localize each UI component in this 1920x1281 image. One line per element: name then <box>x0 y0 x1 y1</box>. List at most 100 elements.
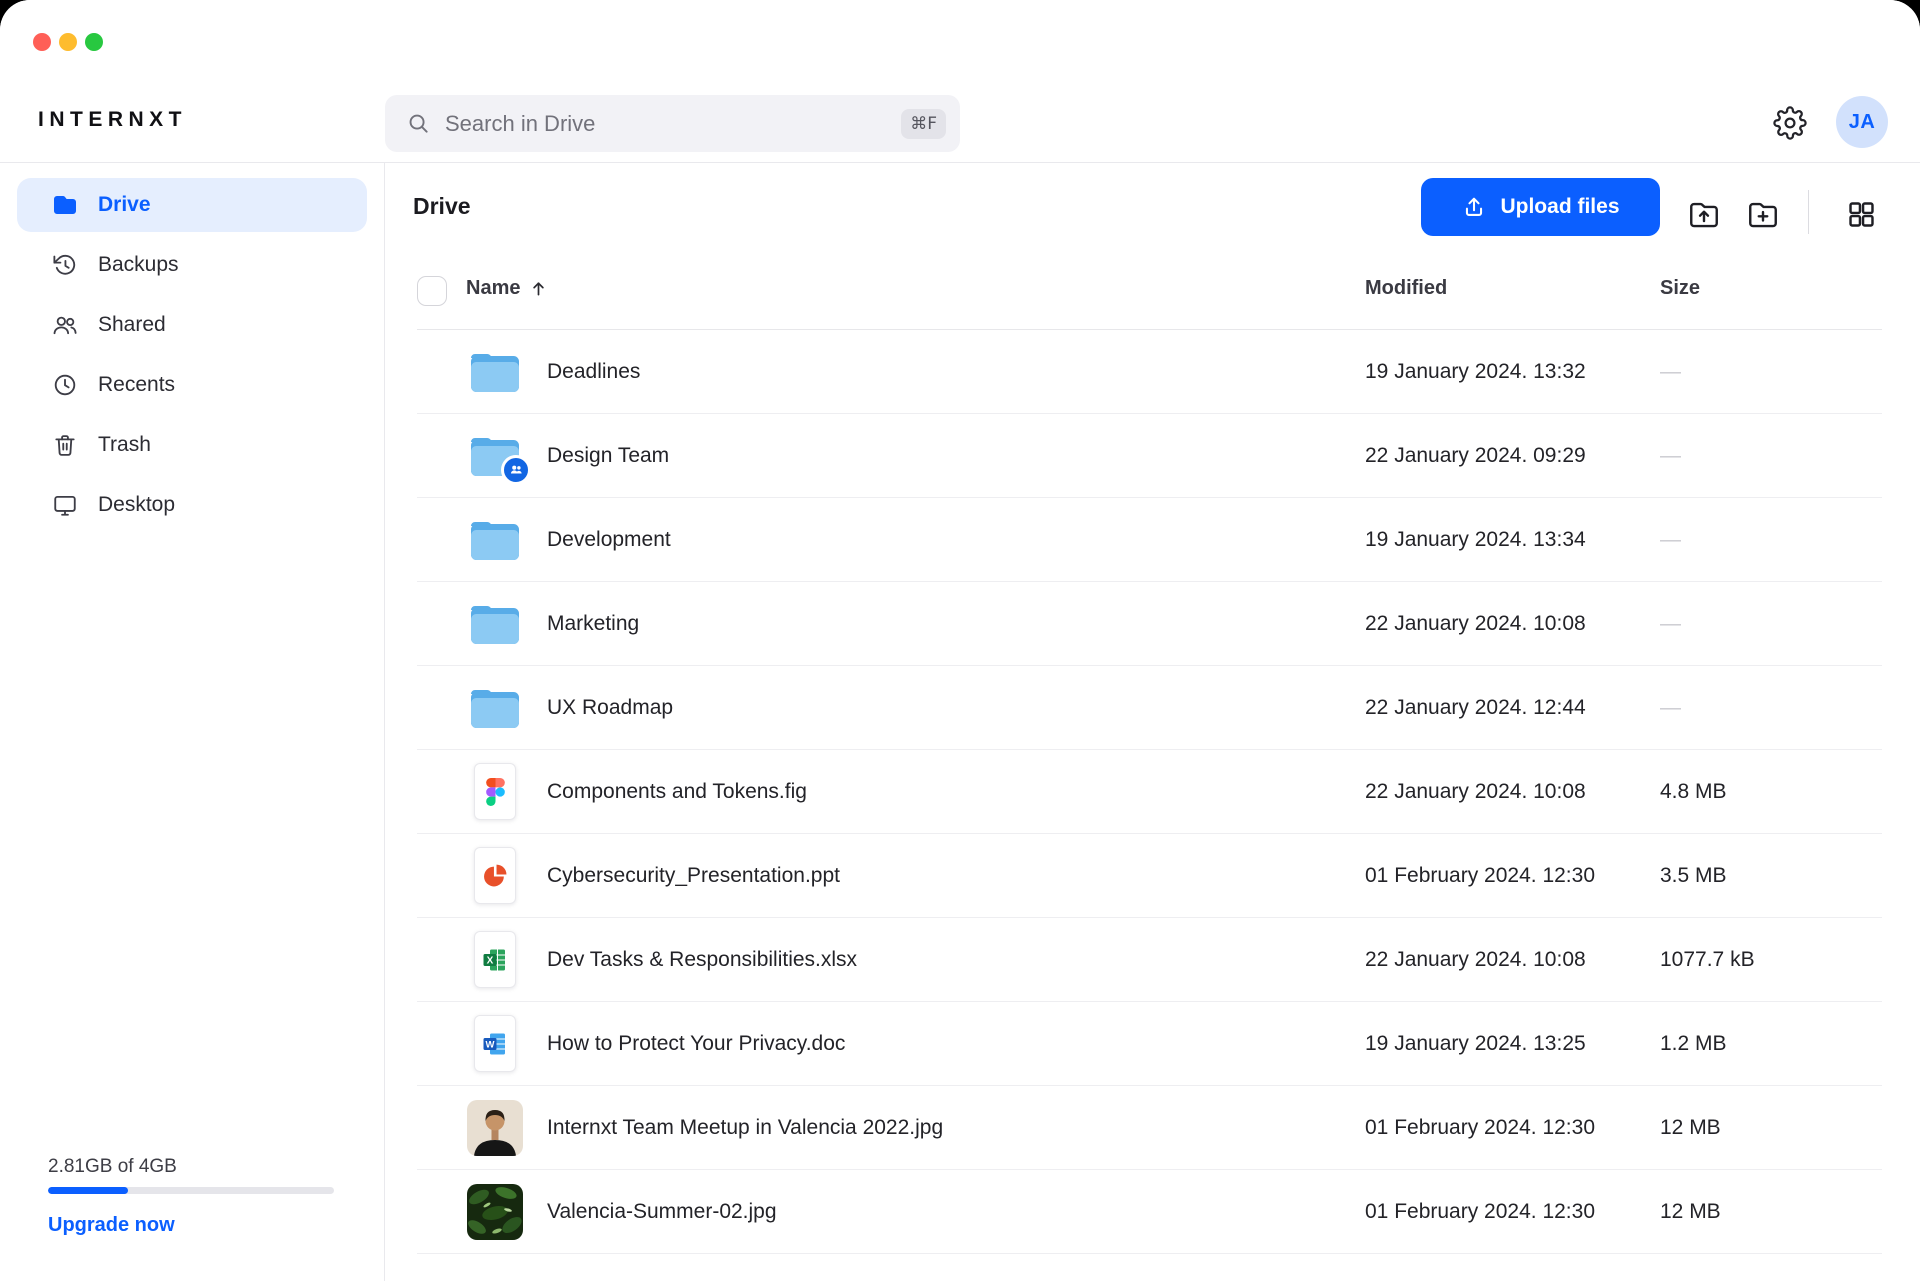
sidebar-nav: Drive Backups Shared Recents Trash Desktop <box>0 163 384 532</box>
storage-progress-bar <box>48 1187 334 1194</box>
history-icon <box>52 252 78 278</box>
table-row[interactable]: Cybersecurity_Presentation.ppt01 Februar… <box>417 834 1882 918</box>
sidebar-item-trash[interactable]: Trash <box>17 418 367 472</box>
settings-button[interactable] <box>1772 105 1808 141</box>
window-controls <box>33 33 103 51</box>
photo-thumbnail-leaves <box>467 1184 523 1240</box>
folder-icon <box>467 516 523 564</box>
file-list: Deadlines19 January 2024. 13:32—Design T… <box>417 330 1882 1254</box>
gear-icon <box>1773 106 1807 140</box>
minimize-button[interactable] <box>59 33 77 51</box>
shared-folder-icon-wrap <box>467 432 523 480</box>
folder-icon-wrap <box>467 348 523 396</box>
sidebar-item-label: Backups <box>98 253 179 277</box>
modified-date: 22 January 2024. 10:08 <box>1365 780 1586 804</box>
trash-icon <box>52 432 78 458</box>
search-input[interactable] <box>443 110 901 138</box>
new-folder-button[interactable] <box>1745 196 1781 232</box>
upgrade-now-link[interactable]: Upgrade now <box>48 1214 175 1237</box>
column-header-name[interactable]: Name <box>466 277 548 300</box>
file-name: Marketing <box>547 612 639 636</box>
internxt-logo: INTERNXT <box>38 108 187 132</box>
table-row[interactable]: Internxt Team Meetup in Valencia 2022.jp… <box>417 1086 1882 1170</box>
modified-date: 19 January 2024. 13:32 <box>1365 360 1586 384</box>
file-name: Internxt Team Meetup in Valencia 2022.jp… <box>547 1116 943 1140</box>
file-name: Development <box>547 528 671 552</box>
modified-date: 22 January 2024. 09:29 <box>1365 444 1586 468</box>
modified-date: 19 January 2024. 13:34 <box>1365 528 1586 552</box>
file-size: 12 MB <box>1660 1200 1721 1224</box>
table-row[interactable]: Development 19 January 2024. 13:34 — <box>417 498 1882 582</box>
svg-text:W: W <box>486 1039 495 1050</box>
file-name: Deadlines <box>547 360 640 384</box>
sidebar-item-backups[interactable]: Backups <box>17 238 367 292</box>
file-card: W <box>474 1015 516 1072</box>
table-row[interactable]: Design Team22 January 2024. 09:29— <box>417 414 1882 498</box>
toolbar-divider <box>1808 190 1809 234</box>
modified-date: 22 January 2024. 12:44 <box>1365 696 1586 720</box>
table-row[interactable]: Valencia-Summer-02.jpg01 February 2024. … <box>417 1170 1882 1254</box>
file-name: Dev Tasks & Responsibilities.xlsx <box>547 948 857 972</box>
users-icon <box>52 312 78 338</box>
table-row[interactable]: W How to Protect Your Privacy.doc 19 Janua… <box>417 1002 1882 1086</box>
sidebar-item-recents[interactable]: Recents <box>17 358 367 412</box>
table-row[interactable]: Deadlines 19 January 2024. 13:32 — <box>417 330 1882 414</box>
maximize-button[interactable] <box>85 33 103 51</box>
file-size: — <box>1660 444 1681 468</box>
table-row[interactable]: UX Roadmap22 January 2024. 12:44— <box>417 666 1882 750</box>
file-size: 1.2 MB <box>1660 1032 1727 1056</box>
upload-icon <box>1461 194 1487 220</box>
modified-date: 22 January 2024. 10:08 <box>1365 948 1586 972</box>
storage-widget: 2.81GB of 4GB Upgrade now <box>48 1155 334 1237</box>
column-header-size[interactable]: Size <box>1660 277 1700 300</box>
sidebar-item-shared[interactable]: Shared <box>17 298 367 352</box>
grid-view-button[interactable] <box>1843 196 1879 232</box>
sort-ascending-icon <box>529 279 548 298</box>
user-avatar[interactable]: JA <box>1836 96 1888 148</box>
close-button[interactable] <box>33 33 51 51</box>
file-size: — <box>1660 528 1681 552</box>
sidebar-item-drive[interactable]: Drive <box>17 178 367 232</box>
sidebar-item-label: Drive <box>98 193 151 217</box>
sidebar-item-label: Desktop <box>98 493 175 517</box>
file-name: Cybersecurity_Presentation.ppt <box>547 864 840 888</box>
storage-progress-fill <box>48 1187 128 1194</box>
sidebar-item-label: Recents <box>98 373 175 397</box>
file-name: Components and Tokens.fig <box>547 780 807 804</box>
table-header: Name Modified Size <box>417 268 1882 330</box>
table-row[interactable]: Components and Tokens.fig 22 January 2024… <box>417 750 1882 834</box>
new-folder-icon <box>1746 197 1780 231</box>
sidebar-item-desktop[interactable]: Desktop <box>17 478 367 532</box>
upload-files-label: Upload files <box>1500 195 1619 219</box>
file-card <box>474 763 516 820</box>
select-all-checkbox[interactable] <box>417 276 447 306</box>
grid-view-icon <box>1846 199 1877 230</box>
folder-icon-wrap <box>467 684 523 732</box>
upload-files-button[interactable]: Upload files <box>1421 178 1660 236</box>
sidebar-item-label: Trash <box>98 433 151 457</box>
app-window: INTERNXT ⌘F JA Drive Backups Shared Recents… <box>0 0 1920 1281</box>
file-name: Valencia-Summer-02.jpg <box>547 1200 777 1224</box>
upload-folder-button[interactable] <box>1686 196 1722 232</box>
table-row[interactable]: XDev Tasks & Responsibilities.xlsx22 Jan… <box>417 918 1882 1002</box>
folder-icon-wrap <box>467 600 523 648</box>
folder-icon <box>52 192 78 218</box>
modified-date: 22 January 2024. 10:08 <box>1365 612 1586 636</box>
shared-badge <box>501 455 531 485</box>
file-size: — <box>1660 696 1681 720</box>
search-shortcut-badge: ⌘F <box>901 109 946 139</box>
file-name: How to Protect Your Privacy.doc <box>547 1032 845 1056</box>
file-size: — <box>1660 612 1681 636</box>
sidebar: Drive Backups Shared Recents Trash Desktop 2.… <box>0 163 385 1281</box>
table-row[interactable]: Marketing 22 January 2024. 10:08 — <box>417 582 1882 666</box>
file-size: — <box>1660 360 1681 384</box>
modified-date: 19 January 2024. 13:25 <box>1365 1032 1586 1056</box>
folder-icon-wrap <box>467 516 523 564</box>
file-card <box>474 847 516 904</box>
folder-icon <box>467 684 523 732</box>
column-header-modified[interactable]: Modified <box>1365 277 1447 300</box>
search-icon <box>407 112 430 135</box>
search-bar[interactable]: ⌘F <box>385 95 960 152</box>
word-logo-icon: W <box>482 1031 508 1057</box>
folder-icon <box>467 600 523 648</box>
